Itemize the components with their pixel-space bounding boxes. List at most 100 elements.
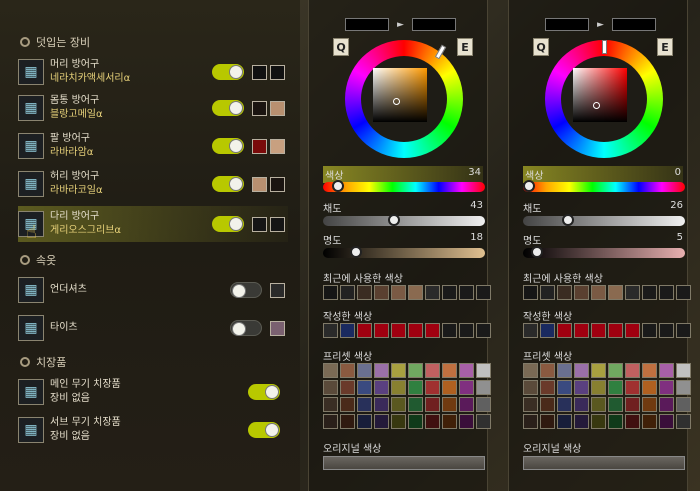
preset-color-cell[interactable]	[476, 380, 491, 395]
preset-color-cell[interactable]	[459, 380, 474, 395]
visibility-toggle[interactable]	[212, 176, 244, 192]
preset-color-cell[interactable]	[323, 363, 338, 378]
preset-color-cell[interactable]	[540, 380, 555, 395]
visibility-toggle[interactable]	[212, 64, 244, 80]
preset-color-cell[interactable]	[340, 414, 355, 429]
recent-color-cell[interactable]	[442, 285, 457, 300]
recent-color-cell[interactable]	[408, 285, 423, 300]
recent-color-cell[interactable]	[591, 285, 606, 300]
color-swatch-1[interactable]	[270, 320, 285, 336]
preset-color-cell[interactable]	[442, 363, 457, 378]
preset-color-cell[interactable]	[625, 414, 640, 429]
equipment-row[interactable]: ▦ 몸통 방어구 블랑고메일α	[18, 90, 288, 126]
created-color-cell[interactable]	[323, 323, 338, 338]
preset-color-cell[interactable]	[459, 414, 474, 429]
preset-color-cell[interactable]	[659, 363, 674, 378]
recent-color-cell[interactable]	[357, 285, 372, 300]
preset-color-cell[interactable]	[476, 397, 491, 412]
equipment-row[interactable]: ▦ 언더셔츠	[18, 272, 288, 308]
created-color-cell[interactable]	[642, 323, 657, 338]
preset-color-cell[interactable]	[425, 363, 440, 378]
preset-color-cell[interactable]	[442, 380, 457, 395]
preset-color-cell[interactable]	[676, 397, 691, 412]
preset-color-cell[interactable]	[374, 414, 389, 429]
visibility-toggle[interactable]	[248, 422, 280, 438]
preset-color-cell[interactable]	[340, 397, 355, 412]
color-swatch-1[interactable]	[252, 138, 267, 154]
original-color-bar[interactable]	[323, 456, 485, 470]
preset-color-cell[interactable]	[523, 397, 538, 412]
color-swatch-1[interactable]	[252, 216, 267, 232]
preset-color-cell[interactable]	[625, 397, 640, 412]
color-swatch-1[interactable]	[252, 64, 267, 80]
equipment-row[interactable]: ▦ 타이츠	[18, 310, 288, 346]
preset-color-cell[interactable]	[523, 363, 538, 378]
sat-slider[interactable]	[323, 214, 485, 226]
color-swatch-2[interactable]	[270, 176, 285, 192]
preset-color-cell[interactable]	[391, 397, 406, 412]
preset-color-cell[interactable]	[557, 414, 572, 429]
preset-color-cell[interactable]	[374, 397, 389, 412]
preset-color-cell[interactable]	[357, 363, 372, 378]
created-color-cell[interactable]	[425, 323, 440, 338]
created-color-cell[interactable]	[357, 323, 372, 338]
preset-color-cell[interactable]	[357, 397, 372, 412]
equipment-row[interactable]: ▦ 메인 무기 치장품 장비 없음	[18, 374, 288, 410]
sat-slider[interactable]	[523, 214, 685, 226]
created-color-cell[interactable]	[557, 323, 572, 338]
created-color-cell[interactable]	[676, 323, 691, 338]
recent-color-cell[interactable]	[557, 285, 572, 300]
val-slider-knob[interactable]	[350, 246, 362, 258]
preset-color-cell[interactable]	[476, 414, 491, 429]
preset-color-cell[interactable]	[659, 414, 674, 429]
created-color-cell[interactable]	[625, 323, 640, 338]
equipment-row[interactable]: ▦ 허리 방어구 라바라코일α	[18, 166, 288, 202]
preset-color-cell[interactable]	[625, 363, 640, 378]
preset-color-cell[interactable]	[408, 363, 423, 378]
equipment-row[interactable]: ▦ 팔 방어구 라바라암α	[18, 128, 288, 164]
created-color-cell[interactable]	[591, 323, 606, 338]
color-swatch-1[interactable]	[270, 282, 285, 298]
created-color-cell[interactable]	[340, 323, 355, 338]
preset-color-cell[interactable]	[540, 414, 555, 429]
created-color-cell[interactable]	[523, 323, 538, 338]
color-swatch-2[interactable]	[270, 64, 285, 80]
recent-color-cell[interactable]	[340, 285, 355, 300]
preset-color-cell[interactable]	[540, 397, 555, 412]
preset-color-cell[interactable]	[425, 397, 440, 412]
preset-color-cell[interactable]	[323, 414, 338, 429]
preset-color-cell[interactable]	[391, 380, 406, 395]
recent-color-cell[interactable]	[323, 285, 338, 300]
color-swatch-2[interactable]	[270, 100, 285, 116]
preset-color-cell[interactable]	[557, 397, 572, 412]
preset-color-cell[interactable]	[574, 397, 589, 412]
q-key-button[interactable]: Q	[533, 38, 549, 56]
created-color-cell[interactable]	[408, 323, 423, 338]
preset-color-cell[interactable]	[408, 380, 423, 395]
preset-color-cell[interactable]	[608, 397, 623, 412]
created-color-cell[interactable]	[574, 323, 589, 338]
sv-marker[interactable]	[593, 102, 600, 109]
recent-color-cell[interactable]	[391, 285, 406, 300]
e-key-button[interactable]: E	[657, 38, 673, 56]
hue-wheel[interactable]	[545, 40, 663, 158]
preset-color-cell[interactable]	[659, 397, 674, 412]
preset-color-cell[interactable]	[459, 363, 474, 378]
preset-color-cell[interactable]	[425, 380, 440, 395]
preset-color-cell[interactable]	[591, 363, 606, 378]
val-slider-knob[interactable]	[531, 246, 543, 258]
preset-color-cell[interactable]	[374, 380, 389, 395]
preset-color-cell[interactable]	[642, 414, 657, 429]
visibility-toggle[interactable]	[248, 384, 280, 400]
recent-color-cell[interactable]	[425, 285, 440, 300]
preset-color-cell[interactable]	[340, 380, 355, 395]
preset-color-cell[interactable]	[591, 414, 606, 429]
recent-color-cell[interactable]	[676, 285, 691, 300]
preset-color-cell[interactable]	[391, 363, 406, 378]
preset-color-cell[interactable]	[591, 397, 606, 412]
preset-color-cell[interactable]	[523, 414, 538, 429]
preset-color-cell[interactable]	[659, 380, 674, 395]
hue-wheel-marker[interactable]	[434, 44, 447, 60]
preset-color-cell[interactable]	[476, 363, 491, 378]
created-color-cell[interactable]	[374, 323, 389, 338]
